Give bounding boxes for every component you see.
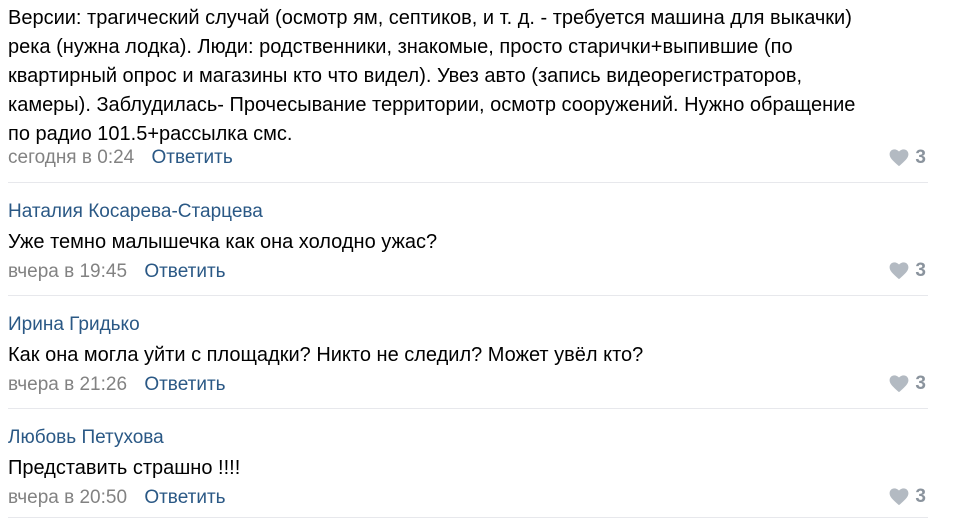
comment-meta: вчера в 20:50 Ответить (8, 487, 226, 509)
comment-timestamp[interactable]: сегодня в 0:24 (8, 147, 134, 168)
comment-item: Наталия Косарева-Старцева Уже темно малы… (8, 183, 928, 296)
heart-icon (890, 262, 909, 280)
reply-button[interactable]: Ответить (152, 147, 233, 168)
comments-feed: Версии: трагический случай (осмотр ям, с… (8, 0, 928, 518)
comment-text: Версии: трагический случай (осмотр ям, с… (8, 4, 855, 149)
like-button[interactable]: 3 (889, 486, 926, 508)
comment-timestamp[interactable]: вчера в 20:50 (8, 487, 127, 508)
comment-timestamp[interactable]: вчера в 19:45 (8, 261, 127, 282)
comment-item: Ирина Гридько Как она могла уйти с площа… (8, 296, 928, 409)
like-button[interactable]: 3 (889, 260, 926, 282)
comment-item: Любовь Петухова Представить страшно !!!!… (8, 409, 928, 518)
heart-icon (890, 488, 909, 506)
comment-meta: вчера в 21:26 Ответить (8, 374, 226, 396)
heart-icon (890, 375, 909, 393)
comment-text-line: камеры). Заблудилась- Прочесывание терри… (8, 94, 856, 116)
like-button[interactable]: 3 (889, 373, 926, 395)
comment-meta: сегодня в 0:24 Ответить (8, 147, 233, 169)
comment-author[interactable]: Наталия Косарева-Старцева (8, 201, 263, 223)
reply-button[interactable]: Ответить (144, 487, 225, 508)
like-count: 3 (915, 260, 926, 281)
comment-text-line: Представить страшно !!!! (8, 457, 241, 479)
comment-text: Уже темно малышечка как она холодно ужас… (8, 228, 437, 257)
comment-text-line: Как она могла уйти с площадки? Никто не … (8, 344, 644, 366)
comment-meta: вчера в 19:45 Ответить (8, 261, 226, 283)
reply-button[interactable]: Ответить (144, 374, 225, 395)
comment-text-line: квартирный опрос и магазины кто что виде… (8, 65, 803, 87)
like-count: 3 (915, 373, 926, 394)
like-button[interactable]: 3 (889, 147, 926, 169)
heart-icon (890, 149, 909, 167)
comment-text-line: река (нужна лодка). Люди: родственники, … (8, 36, 793, 58)
comment-text-line: Версии: трагический случай (осмотр ям, с… (8, 7, 852, 29)
comment-author[interactable]: Ирина Гридько (8, 314, 140, 336)
comment-timestamp[interactable]: вчера в 21:26 (8, 374, 127, 395)
comment-text: Как она могла уйти с площадки? Никто не … (8, 341, 643, 370)
comment-text-line: Уже темно малышечка как она холодно ужас… (8, 231, 438, 253)
reply-button[interactable]: Ответить (144, 261, 225, 282)
comment-item: Версии: трагический случай (осмотр ям, с… (8, 0, 928, 183)
comment-author[interactable]: Любовь Петухова (8, 427, 164, 449)
like-count: 3 (915, 486, 926, 507)
comment-text: Представить страшно !!!! (8, 454, 240, 483)
like-count: 3 (915, 147, 926, 168)
comment-text-line: по радио 101.5+рассылка смс. (8, 123, 293, 145)
